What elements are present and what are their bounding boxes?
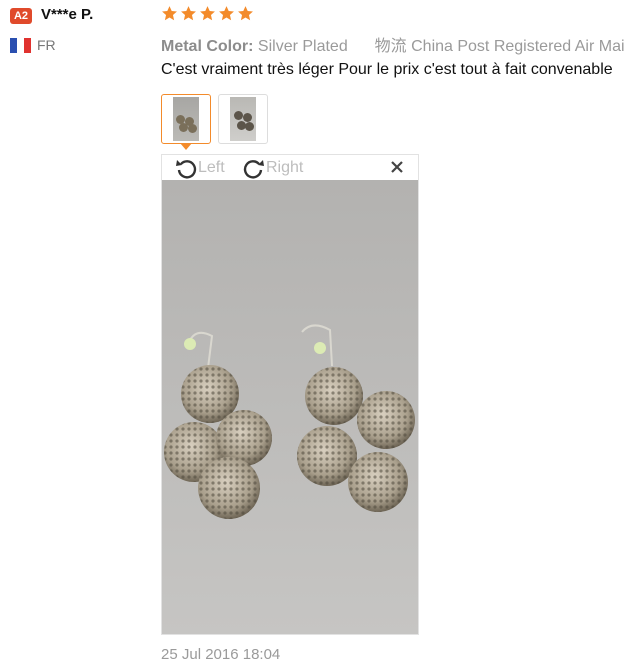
shipping-value: China Post Registered Air Mail — [411, 38, 625, 55]
rotate-right-button[interactable]: Right — [242, 156, 303, 180]
rotate-right-icon — [243, 160, 264, 179]
review-thumbnail-1[interactable] — [161, 94, 211, 144]
review-comment: C'est vraiment très léger Pour le prix c… — [161, 61, 613, 78]
attribute-label: Metal Color: — [161, 38, 254, 55]
star-icon — [200, 6, 215, 21]
rotate-left-icon — [176, 160, 197, 179]
reviewer-name: V***e P. — [41, 6, 94, 23]
star-rating — [161, 5, 254, 22]
thumbnail-image — [173, 97, 199, 141]
close-icon[interactable] — [390, 160, 404, 174]
star-icon — [219, 6, 234, 21]
review-date: 25 Jul 2016 18:04 — [161, 646, 281, 663]
rotate-left-button[interactable]: Left — [174, 156, 225, 180]
star-icon — [162, 6, 177, 21]
rotate-left-label: Left — [198, 159, 225, 176]
reviewer-country: FR — [10, 37, 56, 53]
image-viewer: Left Right — [161, 154, 419, 635]
reviewer-level-badge: A2 — [10, 8, 32, 24]
attribute-value: Silver Plated — [257, 38, 348, 55]
country-code: FR — [37, 37, 56, 53]
star-icon — [181, 6, 196, 21]
viewer-toolbar: Left Right — [162, 155, 418, 180]
rotate-right-label: Right — [266, 159, 304, 176]
review-photo — [162, 180, 418, 634]
france-flag-icon — [10, 37, 31, 53]
selected-thumbnail-caret — [180, 143, 192, 150]
thumbnail-image — [230, 97, 256, 141]
shipping-label: 物流 — [374, 38, 407, 55]
order-attributes: Metal Color: Silver Plated 物流 China Post… — [161, 32, 625, 56]
review-thumbnail-2[interactable] — [218, 94, 268, 144]
review-thumbnails — [161, 94, 268, 144]
star-icon — [238, 6, 253, 21]
